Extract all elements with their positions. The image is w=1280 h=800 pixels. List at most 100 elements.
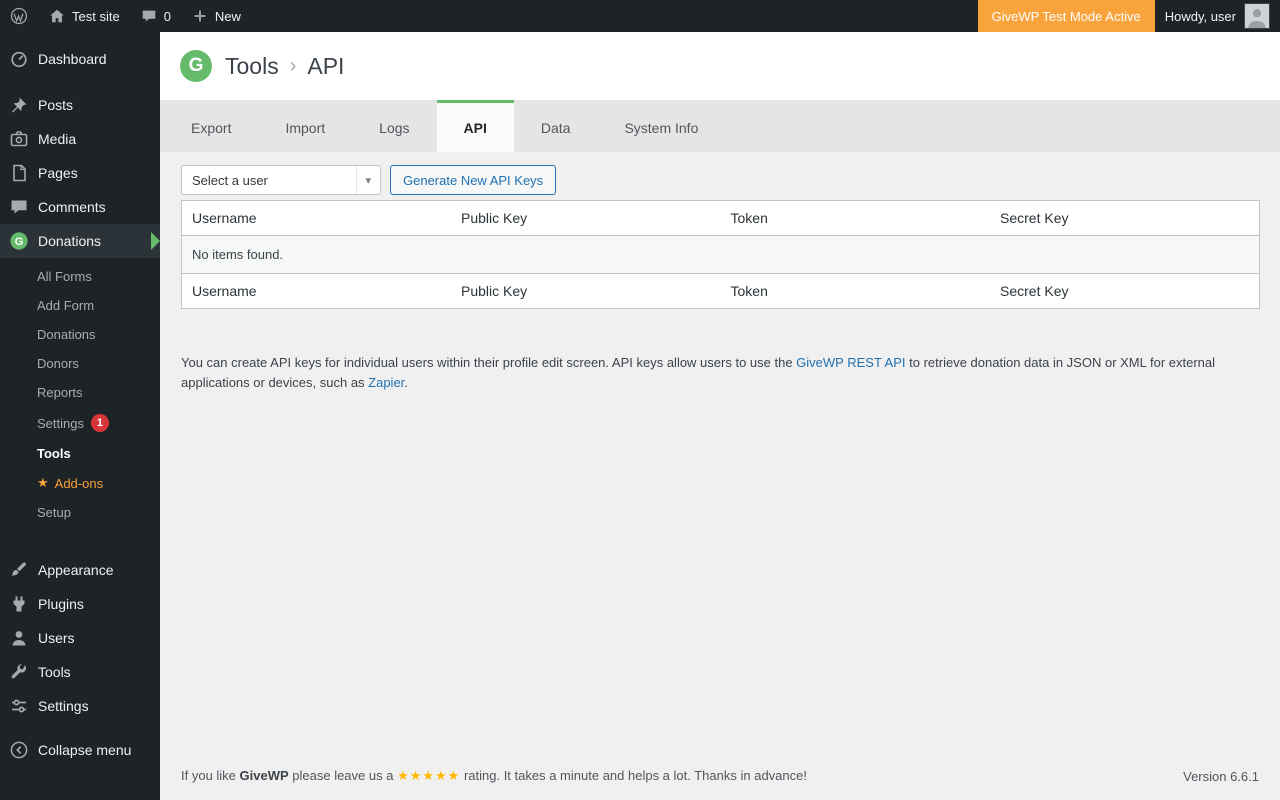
sidebar-item-posts[interactable]: Posts xyxy=(0,88,160,122)
givewp-rest-api-link[interactable]: GiveWP REST API xyxy=(796,355,905,370)
speech-bubble-icon xyxy=(9,197,29,217)
submenu-item-all-forms[interactable]: All Forms xyxy=(0,262,160,291)
submenu-item-donors[interactable]: Donors xyxy=(0,349,160,378)
column-header-token: Token xyxy=(720,200,990,236)
api-content: Select a user ▾ Generate New API Keys Us… xyxy=(160,152,1280,754)
admin-sidebar: Dashboard Posts Media Pages Comments G D… xyxy=(0,32,160,800)
sidebar-item-label: Media xyxy=(38,131,77,147)
collapse-menu-label: Collapse menu xyxy=(38,742,132,758)
greeting-label: Howdy, user xyxy=(1164,8,1236,24)
table-row: No items found. xyxy=(181,235,1260,274)
plug-icon xyxy=(9,594,29,614)
sidebar-item-media[interactable]: Media xyxy=(0,122,160,156)
column-header-username: Username xyxy=(181,200,451,236)
breadcrumb: Tools › API xyxy=(225,53,344,80)
generate-api-keys-button[interactable]: Generate New API Keys xyxy=(390,165,557,195)
tab-data[interactable]: Data xyxy=(514,100,598,152)
table-header-row: Username Public Key Token Secret Key xyxy=(181,200,1260,236)
dashboard-icon xyxy=(9,49,29,69)
sidebar-item-settings[interactable]: Settings xyxy=(0,689,160,723)
sidebar-item-comments[interactable]: Comments xyxy=(0,190,160,224)
sidebar-item-label: Tools xyxy=(38,664,71,680)
submenu-item-donations[interactable]: Donations xyxy=(0,320,160,349)
menu-separator xyxy=(0,76,160,88)
home-icon xyxy=(48,7,66,25)
site-name-link[interactable]: Test site xyxy=(38,0,130,32)
chevron-down-icon: ▾ xyxy=(356,166,380,194)
document-icon xyxy=(9,163,29,183)
sliders-icon xyxy=(9,696,29,716)
zapier-link[interactable]: Zapier xyxy=(368,375,404,390)
column-footer-token: Token xyxy=(720,273,990,309)
tab-api[interactable]: API xyxy=(436,100,514,152)
table-footer-row: Username Public Key Token Secret Key xyxy=(181,273,1260,309)
sidebar-item-label: Users xyxy=(38,630,75,646)
tab-system-info[interactable]: System Info xyxy=(597,100,725,152)
pin-icon xyxy=(9,95,29,115)
update-count-badge: 1 xyxy=(90,414,109,432)
sidebar-item-plugins[interactable]: Plugins xyxy=(0,587,160,621)
submenu-item-add-form[interactable]: Add Form xyxy=(0,291,160,320)
sidebar-item-label: Pages xyxy=(38,165,78,181)
collapse-arrow-icon xyxy=(9,740,29,760)
site-name-label: Test site xyxy=(72,8,120,24)
svg-text:G: G xyxy=(15,236,24,248)
tab-logs[interactable]: Logs xyxy=(352,100,436,152)
donations-submenu: All Forms Add Form Donations Donors Repo… xyxy=(0,258,160,537)
submenu-item-tools[interactable]: Tools xyxy=(0,439,160,468)
column-header-public-key: Public Key xyxy=(451,200,721,236)
brush-icon xyxy=(9,560,29,580)
givewp-icon: G xyxy=(9,231,29,251)
footer-rating-text: If you like GiveWP please leave us a ★★★… xyxy=(181,768,807,783)
column-header-secret-key: Secret Key xyxy=(990,200,1260,236)
tab-import[interactable]: Import xyxy=(258,100,352,152)
sidebar-item-donations[interactable]: G Donations xyxy=(0,224,160,258)
column-footer-username: Username xyxy=(181,273,451,309)
chevron-right-icon: › xyxy=(289,54,297,77)
sidebar-item-label: Comments xyxy=(38,199,106,215)
breadcrumb-api: API xyxy=(307,52,345,79)
sidebar-item-dashboard[interactable]: Dashboard xyxy=(0,42,160,76)
wordpress-logo-button[interactable] xyxy=(0,0,38,32)
column-footer-secret-key: Secret Key xyxy=(990,273,1260,309)
sidebar-item-appearance[interactable]: Appearance xyxy=(0,553,160,587)
empty-message: No items found. xyxy=(181,235,1260,274)
admin-bar-account[interactable]: Howdy, user xyxy=(1155,0,1280,32)
sidebar-item-label: Donations xyxy=(38,233,102,249)
main-area: G Tools › API Export Import Logs API Dat… xyxy=(160,0,1280,800)
givewp-logo: G xyxy=(180,50,212,82)
sidebar-item-label: Posts xyxy=(38,97,74,113)
sidebar-item-users[interactable]: Users xyxy=(0,621,160,655)
plus-icon xyxy=(191,7,209,25)
submenu-item-settings[interactable]: Settings 1 xyxy=(0,407,160,439)
wrench-icon xyxy=(9,662,29,682)
column-footer-public-key: Public Key xyxy=(451,273,721,309)
comment-count: 0 xyxy=(163,8,171,24)
star-rating-link[interactable]: ★★★★★ xyxy=(397,768,460,783)
breadcrumb-tools: Tools xyxy=(225,52,279,79)
user-select[interactable]: Select a user ▾ xyxy=(181,165,381,195)
sidebar-item-label: Appearance xyxy=(38,562,114,578)
page-header: G Tools › API xyxy=(160,32,1280,100)
submenu-item-setup[interactable]: Setup xyxy=(0,498,160,527)
avatar xyxy=(1244,3,1270,29)
sidebar-item-pages[interactable]: Pages xyxy=(0,156,160,190)
star-icon: ★ xyxy=(37,475,49,490)
collapse-menu-button[interactable]: Collapse menu xyxy=(0,733,160,767)
sidebar-item-label: Dashboard xyxy=(38,51,107,67)
api-controls: Select a user ▾ Generate New API Keys xyxy=(181,165,1260,195)
sidebar-item-tools[interactable]: Tools xyxy=(0,655,160,689)
test-mode-badge[interactable]: GiveWP Test Mode Active xyxy=(977,0,1155,32)
admin-bar-comments[interactable]: 0 xyxy=(130,0,181,32)
wordpress-logo-icon xyxy=(10,7,28,25)
submenu-item-reports[interactable]: Reports xyxy=(0,378,160,407)
admin-footer: If you like GiveWP please leave us a ★★★… xyxy=(160,754,1280,800)
tools-tab-bar: Export Import Logs API Data System Info xyxy=(160,100,1280,152)
admin-bar: Test site 0 New GiveWP Test Mode Active … xyxy=(0,0,1280,32)
api-description: You can create API keys for individual u… xyxy=(181,355,1216,391)
user-select-value: Select a user xyxy=(192,172,268,188)
sidebar-item-label: Settings xyxy=(38,698,89,714)
submenu-item-add-ons[interactable]: ★ Add-ons xyxy=(0,468,160,498)
admin-bar-new[interactable]: New xyxy=(181,0,251,32)
tab-export[interactable]: Export xyxy=(164,100,258,152)
